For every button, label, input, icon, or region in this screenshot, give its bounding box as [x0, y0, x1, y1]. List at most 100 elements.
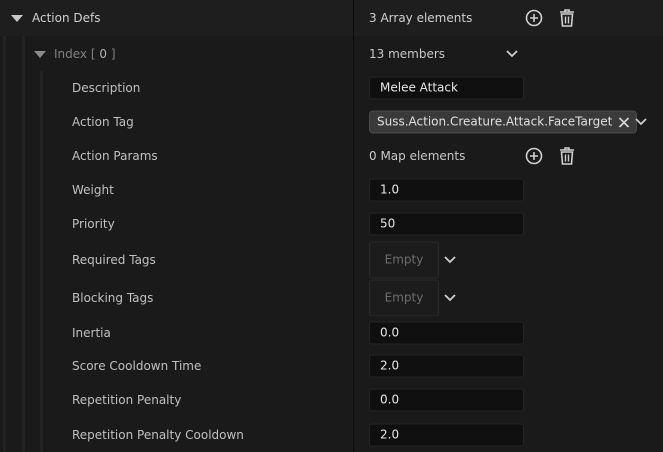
- weight-row: Weight 1.0: [0, 173, 663, 208]
- indent-guide: [40, 417, 43, 452]
- details-panel: Action Defs 3 Array elements Index [ 0 ]: [0, 0, 663, 452]
- score-cooldown-time-value-cell: 2.0: [354, 349, 663, 383]
- action-tag-row: Action Tag Suss.Action.Creature.Attack.F…: [0, 105, 663, 140]
- indent-guide: [22, 139, 25, 173]
- close-icon[interactable]: [618, 116, 630, 128]
- indent-guide: [22, 279, 25, 316]
- indent-guide: [22, 207, 25, 241]
- index-bracket-open: [: [90, 46, 96, 61]
- action-defs-value-cell: 3 Array elements: [354, 0, 663, 36]
- indent-guide: [22, 173, 25, 207]
- repetition-penalty-value-cell: 0.0: [354, 383, 663, 417]
- inertia-row: Inertia 0.0: [0, 316, 663, 350]
- priority-value-cell: 50: [354, 207, 663, 241]
- plus-circle-icon: [525, 9, 543, 27]
- weight-name-cell: Weight: [0, 173, 353, 207]
- indent-guide: [3, 139, 6, 173]
- weight-label: Weight: [72, 183, 114, 197]
- repetition-penalty-cooldown-name-cell: Repetition Penalty Cooldown: [0, 417, 353, 452]
- inertia-field[interactable]: 0.0: [369, 321, 524, 344]
- indent-guide: [40, 173, 43, 207]
- priority-field[interactable]: 50: [369, 212, 524, 236]
- indent-guide: [22, 383, 25, 417]
- description-row: Description Melee Attack: [0, 71, 663, 106]
- plus-circle-icon: [525, 147, 543, 165]
- inertia-name-cell: Inertia: [0, 316, 353, 349]
- indent-guide: [40, 139, 43, 173]
- index-number: 0: [99, 46, 108, 61]
- action-tag-value: Suss.Action.Creature.Attack.FaceTarget: [377, 114, 613, 129]
- indent-guide: [3, 316, 6, 349]
- description-name-cell: Description: [0, 71, 353, 105]
- action-defs-row: Action Defs 3 Array elements: [0, 0, 663, 37]
- inertia-label: Inertia: [72, 325, 111, 340]
- indent-guide: [22, 71, 25, 105]
- priority-label: Priority: [72, 217, 115, 231]
- blocking-tags-label: Blocking Tags: [72, 290, 154, 305]
- action-tag-chip[interactable]: Suss.Action.Creature.Attack.FaceTarget: [369, 110, 638, 134]
- chevron-down-icon[interactable]: [505, 49, 519, 59]
- index-bracket-close: ]: [110, 46, 116, 61]
- indent-guide: [3, 383, 6, 417]
- indent-guide: [3, 36, 6, 71]
- indent-guide: [40, 383, 43, 417]
- indent-guide: [3, 241, 6, 279]
- indent-guide: [3, 71, 6, 105]
- required-tags-row: Required Tags Empty: [0, 241, 663, 280]
- expand-icon[interactable]: [34, 50, 46, 58]
- delete-all-button[interactable]: [557, 8, 577, 28]
- indent-guide: [3, 173, 6, 207]
- action-params-name-cell: Action Params: [0, 139, 353, 173]
- add-map-element-button[interactable]: [524, 146, 544, 166]
- weight-field[interactable]: 1.0: [369, 178, 524, 202]
- blocking-tags-row: Blocking Tags Empty: [0, 279, 663, 317]
- blocking-tags-container[interactable]: Empty: [369, 279, 439, 316]
- repetition-penalty-cooldown-field[interactable]: 2.0: [369, 423, 524, 446]
- chevron-down-icon[interactable]: [634, 117, 648, 127]
- indent-guide: [3, 105, 6, 139]
- description-label: Description: [72, 81, 141, 95]
- index-prefix: Index: [54, 46, 88, 61]
- members-count: 13 members: [369, 46, 446, 61]
- repetition-penalty-cooldown-row: Repetition Penalty Cooldown 2.0: [0, 417, 663, 452]
- repetition-penalty-field[interactable]: 0.0: [369, 388, 524, 412]
- description-field[interactable]: Melee Attack: [369, 76, 524, 100]
- score-cooldown-time-field[interactable]: 2.0: [369, 354, 524, 378]
- trash-icon: [560, 9, 574, 27]
- add-element-button[interactable]: [524, 8, 544, 28]
- index-value-cell: 13 members: [354, 36, 663, 71]
- action-tag-value-cell: Suss.Action.Creature.Attack.FaceTarget: [354, 105, 663, 139]
- indent-guide: [3, 279, 6, 316]
- clear-map-button[interactable]: [557, 146, 577, 166]
- inertia-value-cell: 0.0: [354, 316, 663, 349]
- score-cooldown-time-name-cell: Score Cooldown Time: [0, 349, 353, 383]
- blocking-tags-value-cell: Empty: [354, 279, 663, 316]
- repetition-penalty-cooldown-value-cell: 2.0: [354, 417, 663, 452]
- index-name-cell: Index [ 0 ]: [0, 36, 353, 71]
- indent-guide: [22, 36, 25, 71]
- action-tag-name-cell: Action Tag: [0, 105, 353, 139]
- chevron-down-icon[interactable]: [443, 255, 457, 265]
- indent-guide: [3, 349, 6, 383]
- priority-row: Priority 50: [0, 207, 663, 242]
- indent-guide: [22, 241, 25, 279]
- index-label: Index [ 0 ]: [54, 47, 116, 61]
- indent-guide: [22, 316, 25, 349]
- action-defs-label: Action Defs: [32, 11, 101, 25]
- indent-guide: [40, 316, 43, 349]
- required-tags-name-cell: Required Tags: [0, 241, 353, 279]
- chevron-down-icon[interactable]: [443, 293, 457, 303]
- indent-guide: [3, 207, 6, 241]
- expand-icon[interactable]: [11, 15, 23, 22]
- action-params-label: Action Params: [72, 149, 158, 163]
- indent-guide: [40, 71, 43, 105]
- repetition-penalty-name-cell: Repetition Penalty: [0, 383, 353, 417]
- repetition-penalty-label: Repetition Penalty: [72, 393, 182, 407]
- indent-guide: [40, 207, 43, 241]
- required-tags-value-cell: Empty: [354, 241, 663, 279]
- indent-guide: [3, 417, 6, 452]
- required-tags-container[interactable]: Empty: [369, 241, 439, 279]
- score-cooldown-time-row: Score Cooldown Time 2.0: [0, 349, 663, 384]
- indent-guide: [40, 105, 43, 139]
- indent-guide: [40, 349, 43, 383]
